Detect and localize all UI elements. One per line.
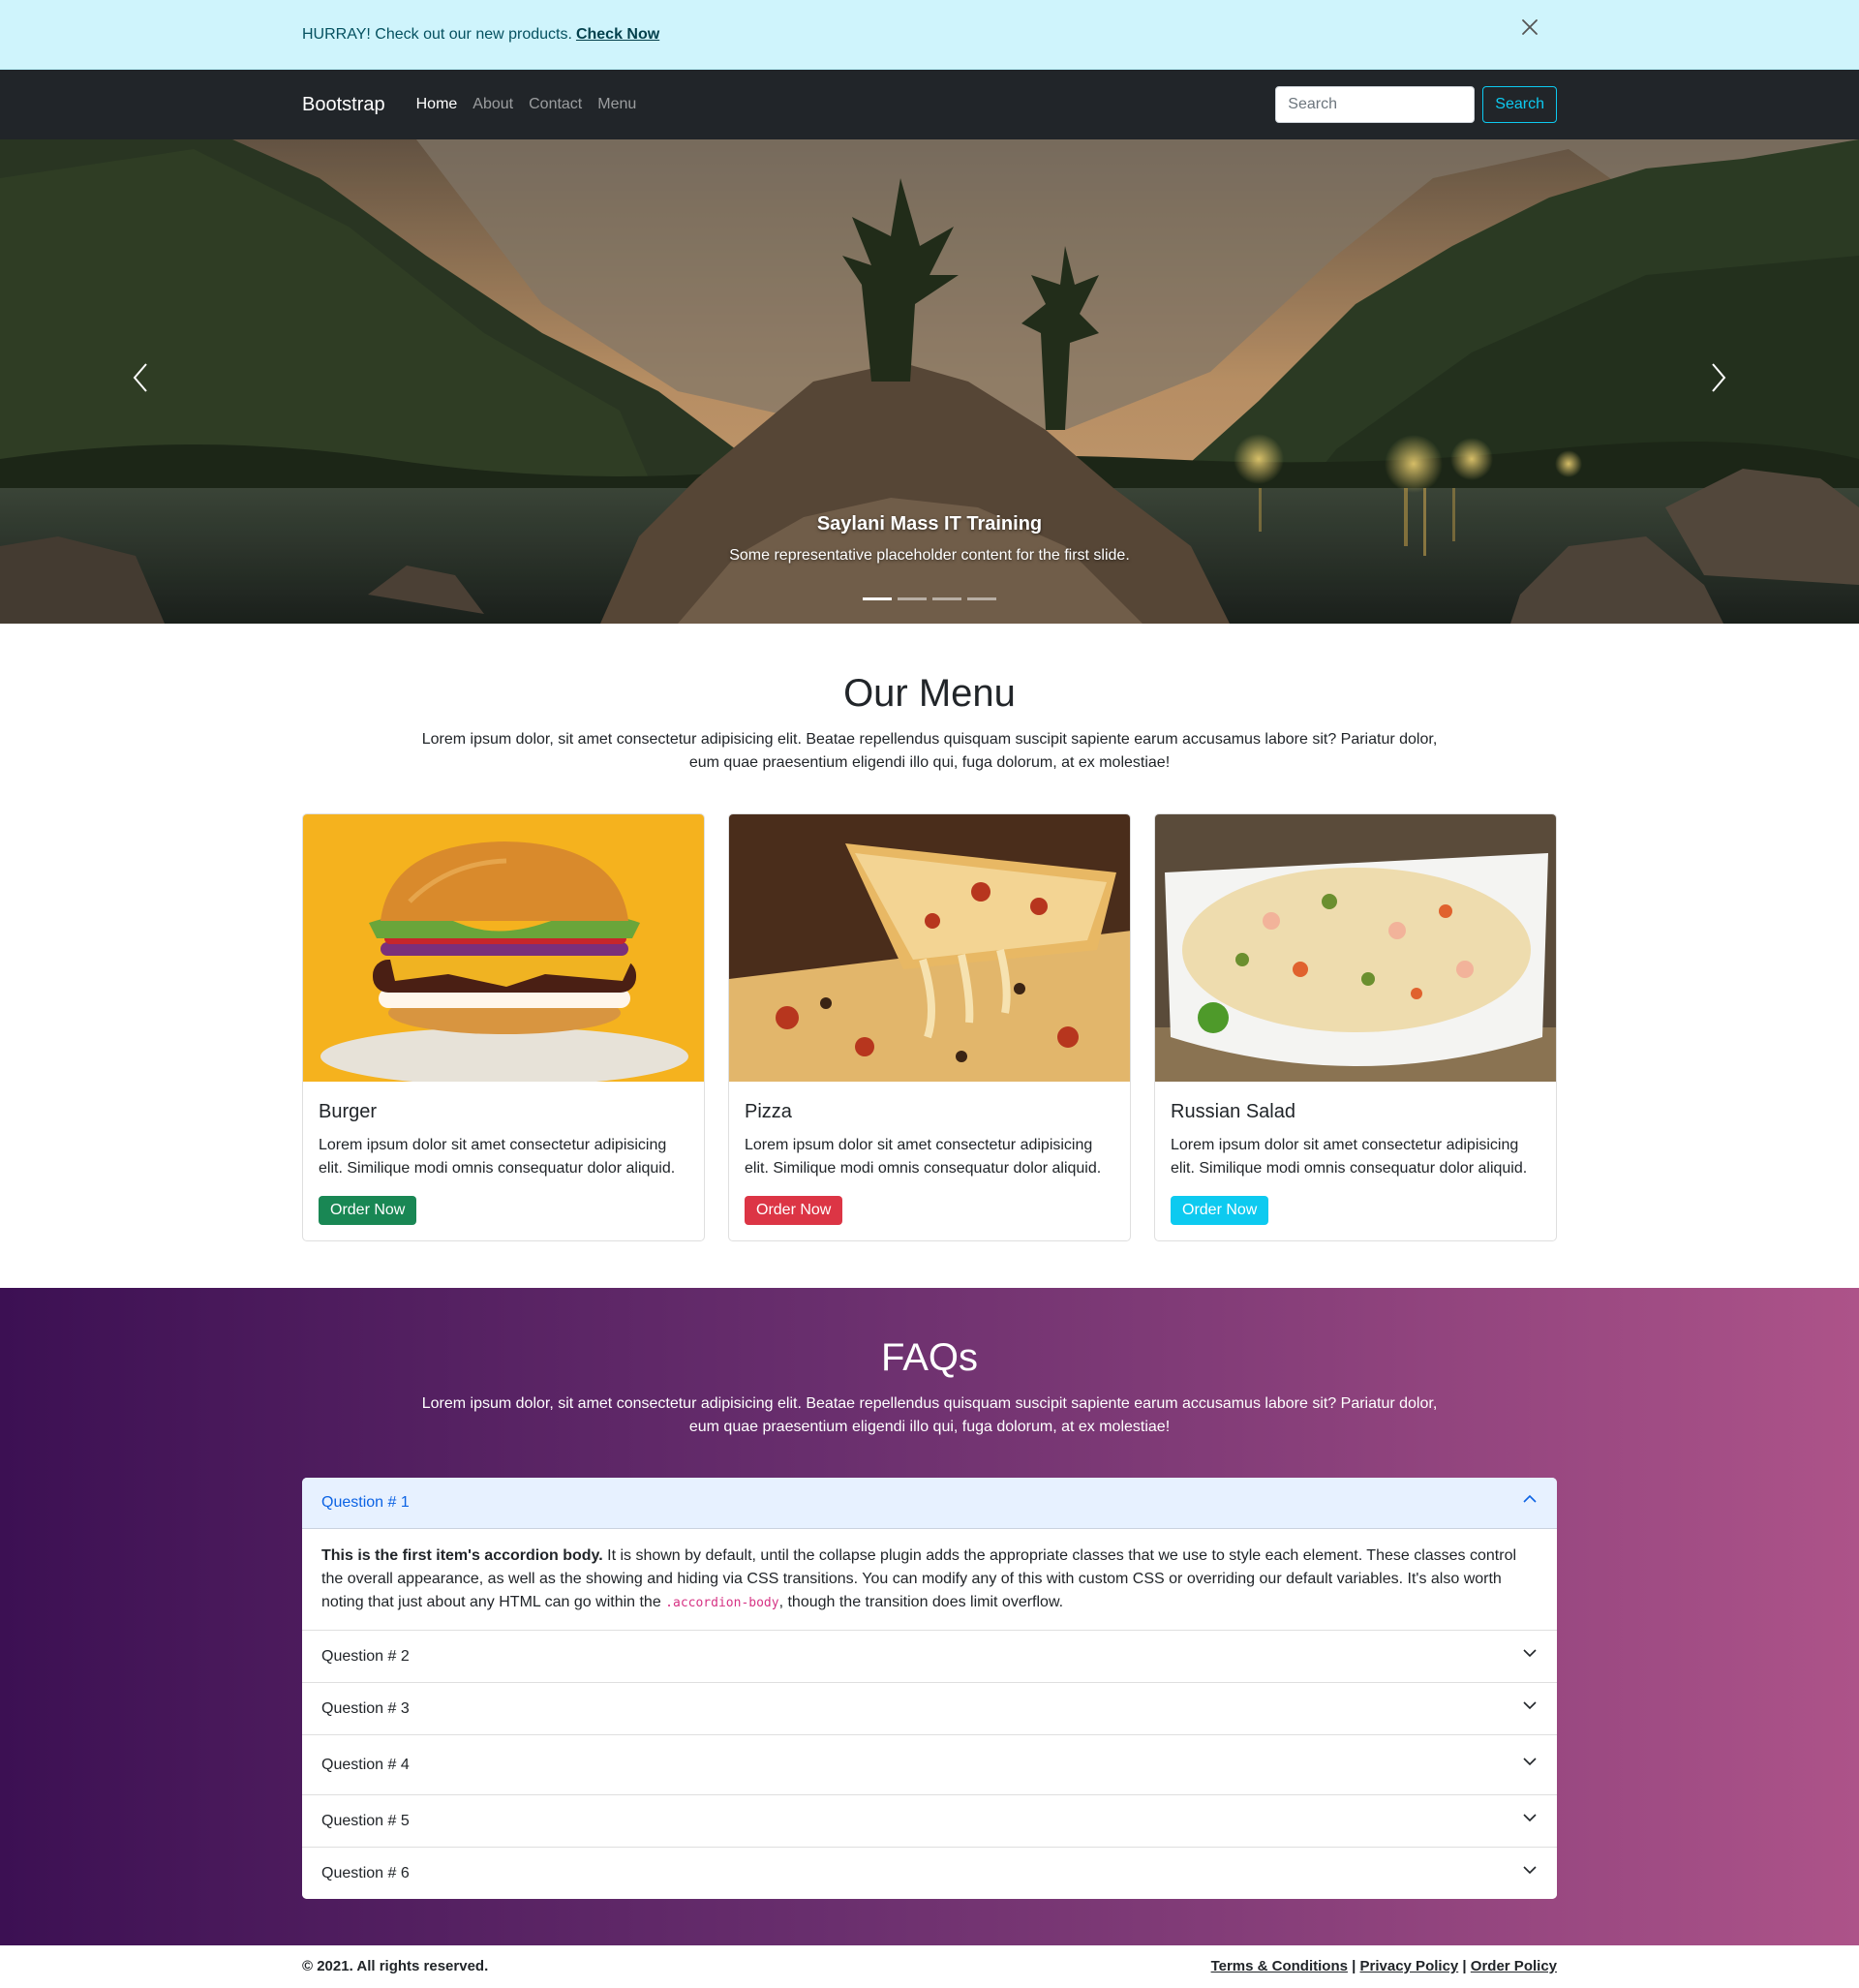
menu-card-burger: Burger Lorem ipsum dolor sit amet consec… — [302, 813, 705, 1241]
menu-cards: Burger Lorem ipsum dolor sit amet consec… — [302, 813, 1557, 1241]
navbar-brand[interactable]: Bootstrap — [302, 90, 385, 119]
faq-section: FAQs Lorem ipsum dolor, sit amet consect… — [0, 1288, 1859, 1945]
accordion-item: Question # 3 — [302, 1682, 1557, 1734]
accordion-header-question-4[interactable]: Question # 4 — [302, 1735, 1557, 1794]
nav-link-contact[interactable]: Contact — [521, 85, 590, 124]
carousel-caption-title: Saylani Mass IT Training — [816, 513, 1043, 535]
close-icon[interactable] — [1516, 14, 1543, 41]
accordion-item: Question # 2 — [302, 1630, 1557, 1682]
burger-image — [303, 814, 704, 1082]
faq-title: FAQs — [880, 1336, 979, 1379]
carousel-indicator-3[interactable] — [932, 597, 961, 600]
search-input[interactable] — [1275, 86, 1476, 123]
menu-title: Our Menu — [843, 672, 1016, 715]
accordion-body: This is the first item's accordion body.… — [302, 1529, 1557, 1630]
accordion-item: Question # 6 — [302, 1847, 1557, 1899]
chevron-right-icon — [1709, 362, 1728, 401]
pizza-image — [729, 814, 1130, 1082]
carousel-caption: Saylani Mass IT Training Some representa… — [0, 509, 1859, 567]
accordion-header-question-5[interactable]: Question # 5 — [302, 1795, 1557, 1847]
card-text: Lorem ipsum dolor sit amet consectetur a… — [1171, 1137, 1528, 1177]
card-title: Russian Salad — [1171, 1101, 1295, 1122]
footer-separator: | — [1352, 1957, 1356, 1974]
menu-card-russian-salad: Russian Salad Lorem ipsum dolor sit amet… — [1154, 813, 1557, 1241]
accordion-header-question-1[interactable]: Question # 1 — [302, 1478, 1557, 1529]
accordion-header-question-3[interactable]: Question # 3 — [302, 1683, 1557, 1734]
chevron-left-icon — [131, 362, 150, 401]
chevron-up-icon — [1522, 1491, 1538, 1514]
footer-link-order[interactable]: Order Policy — [1471, 1958, 1557, 1974]
carousel-indicator-4[interactable] — [967, 597, 996, 600]
accordion-question: Question # 6 — [321, 1864, 410, 1881]
nav-link-menu[interactable]: Menu — [590, 85, 644, 124]
chevron-down-icon — [1522, 1810, 1538, 1833]
footer-link-privacy[interactable]: Privacy Policy — [1360, 1958, 1459, 1974]
navbar: Bootstrap Home About Contact Menu Search — [0, 70, 1859, 139]
order-now-button-russian-salad[interactable]: Order Now — [1171, 1196, 1269, 1225]
accordion-question: Question # 4 — [321, 1756, 410, 1773]
accordion-item: Question # 5 — [302, 1794, 1557, 1847]
accordion-question: Question # 1 — [321, 1494, 410, 1511]
nav-link-about[interactable]: About — [465, 85, 521, 124]
card-text: Lorem ipsum dolor sit amet consectetur a… — [319, 1137, 676, 1177]
nav-link-home[interactable]: Home — [409, 85, 466, 124]
footer-link-terms[interactable]: Terms & Conditions — [1211, 1958, 1348, 1974]
accordion-body-strong: This is the first item's accordion body. — [321, 1547, 603, 1564]
card-title: Pizza — [745, 1101, 792, 1122]
accordion-item: Question # 1 This is the first item's ac… — [302, 1478, 1557, 1630]
accordion-header-question-6[interactable]: Question # 6 — [302, 1848, 1557, 1899]
chevron-down-icon — [1522, 1645, 1538, 1668]
card-title: Burger — [319, 1101, 378, 1122]
accordion-body-code: .accordion-body — [665, 1596, 779, 1610]
menu-card-pizza: Pizza Lorem ipsum dolor sit amet consect… — [728, 813, 1131, 1241]
promo-alert: HURRAY! Check out our new products. Chec… — [0, 0, 1859, 70]
faq-accordion: Question # 1 This is the first item's ac… — [302, 1478, 1557, 1899]
chevron-down-icon — [1522, 1754, 1538, 1777]
accordion-question: Question # 3 — [321, 1699, 410, 1717]
carousel-indicator-2[interactable] — [898, 597, 927, 600]
alert-check-now-link[interactable]: Check Now — [576, 23, 659, 46]
accordion-item: Question # 4 — [302, 1734, 1557, 1794]
footer-separator: | — [1462, 1957, 1467, 1974]
carousel-indicators — [0, 597, 1859, 600]
nav-links: Home About Contact Menu — [409, 85, 645, 124]
hero-carousel: Saylani Mass IT Training Some representa… — [0, 139, 1859, 624]
order-now-button-burger[interactable]: Order Now — [319, 1196, 417, 1225]
carousel-indicator-1[interactable] — [863, 597, 892, 600]
search-button[interactable]: Search — [1482, 86, 1557, 123]
chevron-down-icon — [1522, 1862, 1538, 1885]
faq-lead: Lorem ipsum dolor, sit amet consectetur … — [421, 1395, 1438, 1435]
accordion-question: Question # 2 — [321, 1647, 410, 1665]
card-text: Lorem ipsum dolor sit amet consectetur a… — [745, 1137, 1102, 1177]
alert-text: HURRAY! Check out our new products. — [302, 26, 572, 43]
menu-lead: Lorem ipsum dolor, sit amet consectetur … — [421, 731, 1438, 771]
order-now-button-pizza[interactable]: Order Now — [745, 1196, 843, 1225]
accordion-header-question-2[interactable]: Question # 2 — [302, 1631, 1557, 1682]
chevron-down-icon — [1522, 1697, 1538, 1721]
footer: © 2021. All rights reserved. Terms & Con… — [0, 1945, 1859, 1988]
accordion-question: Question # 5 — [321, 1812, 410, 1829]
accordion-body-text-end: , though the transition does limit overf… — [778, 1594, 1064, 1610]
russian-salad-image — [1155, 814, 1556, 1082]
carousel-caption-text: Some representative placeholder content … — [729, 547, 1130, 564]
search-form: Search — [1275, 86, 1557, 123]
menu-section: Our Menu Lorem ipsum dolor, sit amet con… — [0, 624, 1859, 1288]
